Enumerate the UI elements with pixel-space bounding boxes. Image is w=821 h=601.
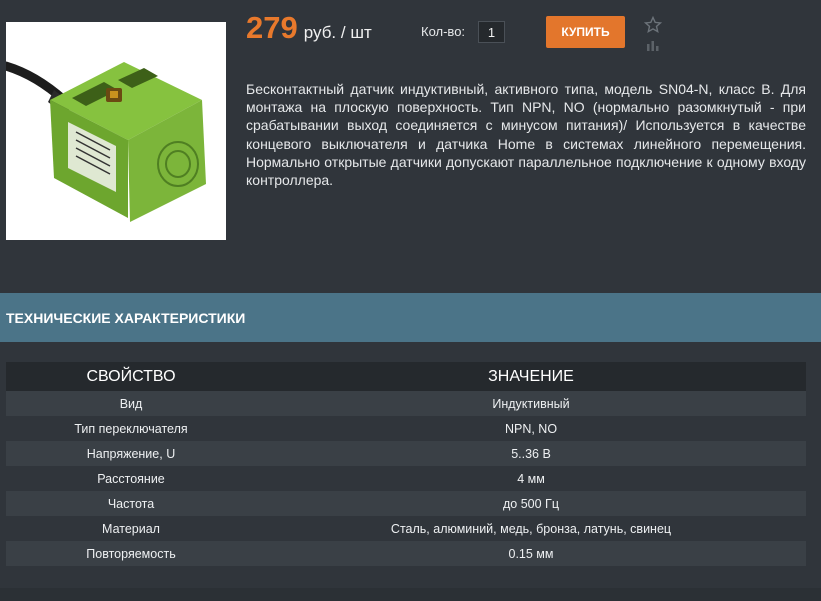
quantity-label: Кол-во: bbox=[421, 24, 466, 39]
property-cell: Частота bbox=[6, 491, 256, 516]
column-header-property: СВОЙСТВО bbox=[6, 362, 256, 391]
product-block: 279 руб. / шт Кол-во: КУПИТЬ Бесконтактн… bbox=[0, 0, 821, 262]
property-cell: Материал bbox=[6, 516, 256, 541]
specs-section: СВОЙСТВО ЗНАЧЕНИЕ Вид Индуктивный Тип пе… bbox=[0, 342, 821, 601]
table-row: Повторяемость 0.15 мм bbox=[6, 541, 806, 566]
value-cell: Индуктивный bbox=[256, 391, 806, 416]
table-row: Вид Индуктивный bbox=[6, 391, 806, 416]
value-cell: 0.15 мм bbox=[256, 541, 806, 566]
specs-table: СВОЙСТВО ЗНАЧЕНИЕ Вид Индуктивный Тип пе… bbox=[6, 362, 806, 566]
compare-icon[interactable] bbox=[646, 38, 660, 51]
property-cell: Повторяемость bbox=[6, 541, 256, 566]
buy-button[interactable]: КУПИТЬ bbox=[546, 16, 625, 48]
value-cell: NPN, NO bbox=[256, 416, 806, 441]
sensor-illustration bbox=[1, 22, 226, 240]
specs-header: ТЕХНИЧЕСКИЕ ХАРАКТЕРИСТИКИ bbox=[0, 293, 821, 342]
product-image[interactable] bbox=[1, 22, 226, 240]
value-cell: до 500 Гц bbox=[256, 491, 806, 516]
table-row: Материал Сталь, алюминий, медь, бронза, … bbox=[6, 516, 806, 541]
specs-table-header: СВОЙСТВО ЗНАЧЕНИЕ bbox=[6, 362, 806, 391]
property-cell: Вид bbox=[6, 391, 256, 416]
value-cell: 4 мм bbox=[256, 466, 806, 491]
quantity-input[interactable] bbox=[478, 21, 505, 43]
value-cell: 5..36 В bbox=[256, 441, 806, 466]
value-cell: Сталь, алюминий, медь, бронза, латунь, с… bbox=[256, 516, 806, 541]
price-unit: руб. / шт bbox=[303, 23, 372, 42]
property-cell: Напряжение, U bbox=[6, 441, 256, 466]
price-value: 279 bbox=[246, 10, 298, 45]
product-description: Бесконтактный датчик индуктивный, активн… bbox=[246, 81, 806, 189]
table-row: Тип переключателя NPN, NO bbox=[6, 416, 806, 441]
table-row: Частота до 500 Гц bbox=[6, 491, 806, 516]
price: 279 руб. / шт bbox=[246, 10, 372, 46]
table-row: Расстояние 4 мм bbox=[6, 466, 806, 491]
property-cell: Тип переключателя bbox=[6, 416, 256, 441]
star-icon[interactable] bbox=[643, 15, 663, 34]
column-header-value: ЗНАЧЕНИЕ bbox=[256, 362, 806, 391]
property-cell: Расстояние bbox=[6, 466, 256, 491]
specs-title: ТЕХНИЧЕСКИЕ ХАРАКТЕРИСТИКИ bbox=[6, 310, 246, 326]
bottom-divider bbox=[0, 588, 821, 601]
table-row: Напряжение, U 5..36 В bbox=[6, 441, 806, 466]
